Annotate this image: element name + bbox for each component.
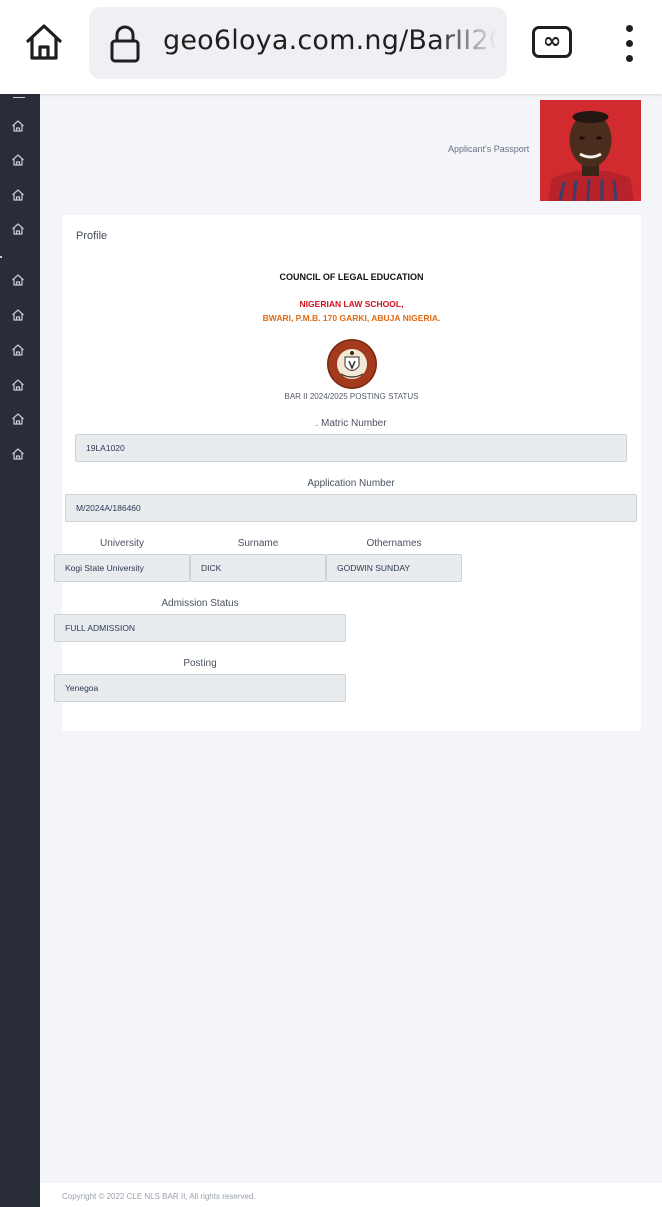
org-title: COUNCIL OF LEGAL EDUCATION	[279, 272, 424, 282]
application-field: M/2024A/186460	[65, 494, 637, 522]
more-menu-icon[interactable]	[614, 22, 644, 64]
matric-field: 19LA1020	[75, 434, 627, 462]
university-field: Kogi State University	[54, 554, 190, 582]
lock-icon	[107, 24, 143, 64]
posting-label: Posting	[183, 658, 217, 669]
matric-label: . Matric Number	[315, 418, 387, 429]
copyright-text: Copyright © 2022 CLE NLS BAR II, All rig…	[62, 1192, 256, 1201]
card-title: Profile	[76, 230, 108, 242]
school-logo	[326, 338, 378, 390]
sidebar-top-edge	[13, 94, 25, 98]
admission-field: FULL ADMISSION	[54, 614, 346, 642]
url-fade	[437, 7, 507, 79]
sidebar-home-icon[interactable]	[11, 273, 25, 287]
sidebar-home-icon[interactable]	[11, 412, 25, 426]
footer: Copyright © 2022 CLE NLS BAR II, All rig…	[40, 1183, 662, 1207]
home-icon[interactable]	[22, 20, 66, 64]
sidebar-home-icon[interactable]	[11, 343, 25, 357]
passport-label: Applicant's Passport	[448, 144, 530, 154]
sidebar-home-icon[interactable]	[11, 222, 25, 236]
sidebar-home-icon[interactable]	[11, 308, 25, 322]
posting-field: Yenegoa	[54, 674, 346, 702]
sidebar-home-icon[interactable]	[11, 153, 25, 167]
sidebar-home-icon[interactable]	[11, 119, 25, 133]
sidebar-home-icon[interactable]	[11, 447, 25, 461]
sidebar-home-icon[interactable]	[11, 378, 25, 392]
othernames-field: GODWIN SUNDAY	[326, 554, 462, 582]
sidebar-home-icon[interactable]	[11, 188, 25, 202]
posting-status-title: BAR II 2024/2025 POSTING STATUS	[284, 392, 419, 401]
org-school-name: NIGERIAN LAW SCHOOL,	[299, 299, 404, 309]
university-label: University	[100, 538, 144, 549]
browser-toolbar: geo6loya.com.ng/BarII2024 ∞	[0, 0, 662, 94]
sidebar	[0, 94, 40, 1207]
passport-photo	[540, 100, 641, 201]
surname-label: Surname	[237, 538, 279, 549]
profile-card: Profile COUNCIL OF LEGAL EDUCATION NIGER…	[54, 215, 641, 731]
org-address: BWARI, P.M.B. 170 GARKI, ABUJA NIGERIA.	[262, 313, 441, 323]
othernames-label: Othernames	[366, 538, 422, 549]
admission-label: Admission Status	[161, 598, 239, 609]
tabs-button[interactable]: ∞	[532, 26, 572, 58]
address-bar[interactable]: geo6loya.com.ng/BarII2024	[89, 7, 507, 79]
surname-field: DICK	[190, 554, 326, 582]
application-label: Application Number	[307, 478, 395, 489]
sidebar-marker	[0, 256, 2, 258]
